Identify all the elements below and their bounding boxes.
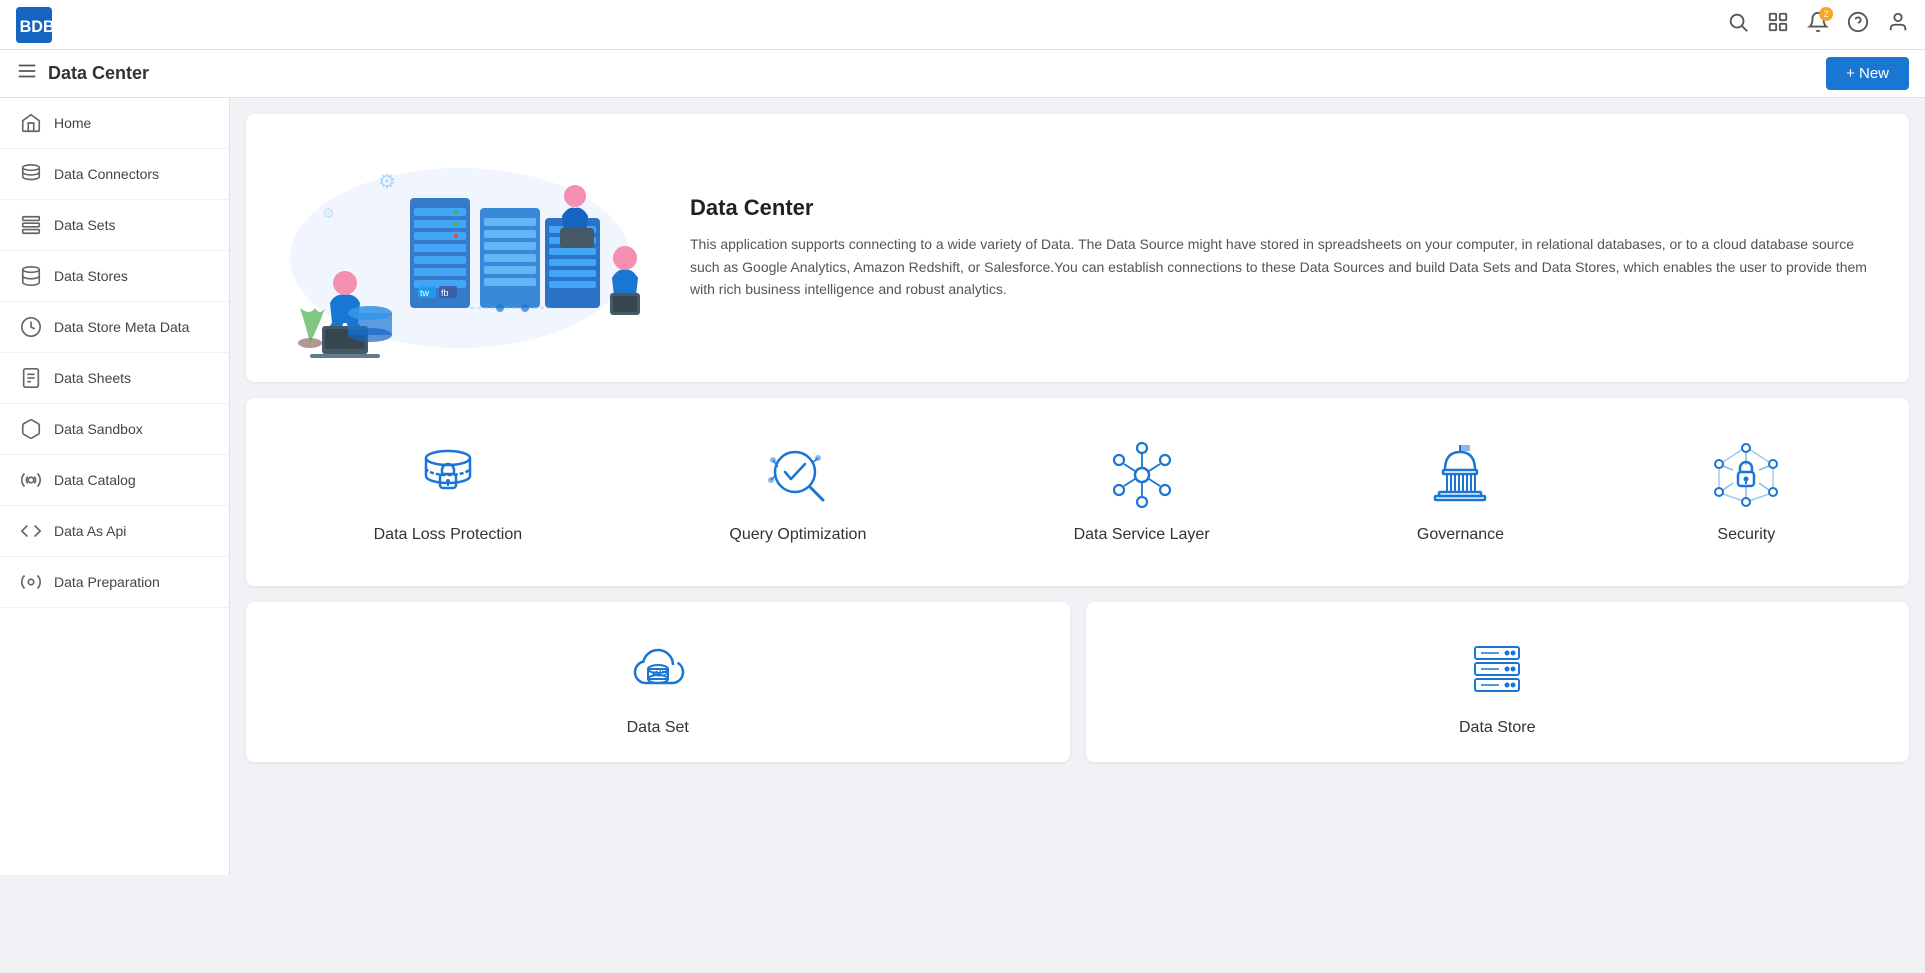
sidebar-label-data-preparation: Data Preparation bbox=[54, 574, 160, 590]
page-title: Data Center bbox=[48, 63, 149, 84]
bottom-row: </> Data Set bbox=[246, 602, 1909, 762]
search-icon[interactable] bbox=[1727, 11, 1749, 38]
sidebar-label-data-sheets: Data Sheets bbox=[54, 370, 131, 386]
help-icon[interactable] bbox=[1847, 11, 1869, 38]
sidebar-label-home: Home bbox=[54, 115, 91, 131]
hamburger-icon[interactable] bbox=[16, 60, 38, 87]
sidebar-label-data-connectors: Data Connectors bbox=[54, 166, 159, 182]
logo[interactable]: BDB bbox=[16, 7, 52, 43]
data-catalog-icon bbox=[20, 469, 42, 491]
main-layout: Home Data Connectors Data Sets bbox=[0, 98, 1925, 875]
data-set-bottom-icon: </> bbox=[618, 627, 698, 707]
svg-text:fb: fb bbox=[441, 288, 449, 298]
user-icon[interactable] bbox=[1887, 11, 1909, 38]
sidebar-item-data-as-api[interactable]: Data As Api bbox=[0, 506, 229, 557]
data-sheets-icon bbox=[20, 367, 42, 389]
data-stores-icon bbox=[20, 265, 42, 287]
feature-security[interactable]: Security bbox=[1691, 430, 1801, 554]
content-area: ⚙ ⚙ tw fb bbox=[230, 98, 1925, 875]
sidebar-item-data-connectors[interactable]: Data Connectors bbox=[0, 149, 229, 200]
sidebar-item-data-catalog[interactable]: Data Catalog bbox=[0, 455, 229, 506]
features-card: Data Loss Protection bbox=[246, 398, 1909, 586]
data-as-api-icon bbox=[20, 520, 42, 542]
new-button[interactable]: + New bbox=[1826, 57, 1909, 90]
feature-governance[interactable]: Governance bbox=[1397, 430, 1524, 554]
feature-label-data-loss-protection: Data Loss Protection bbox=[374, 526, 523, 544]
bottom-card-label-data-set: Data Set bbox=[627, 719, 689, 737]
feature-label-security: Security bbox=[1717, 526, 1775, 544]
data-store-meta-icon bbox=[20, 316, 42, 338]
home-icon bbox=[20, 112, 42, 134]
top-bar-right: 2 bbox=[1727, 11, 1909, 38]
sidebar: Home Data Connectors Data Sets bbox=[0, 98, 230, 875]
sidebar-item-data-sandbox[interactable]: Data Sandbox bbox=[0, 404, 229, 455]
sub-header-left: Data Center bbox=[16, 60, 149, 87]
grid-icon[interactable] bbox=[1767, 11, 1789, 38]
feature-query-optimization[interactable]: Query Optimization bbox=[709, 430, 886, 554]
data-connectors-icon bbox=[20, 163, 42, 185]
data-preparation-icon bbox=[20, 571, 42, 593]
sidebar-item-home[interactable]: Home bbox=[0, 98, 229, 149]
sidebar-item-data-sets[interactable]: Data Sets bbox=[0, 200, 229, 251]
data-sandbox-icon bbox=[20, 418, 42, 440]
feature-label-governance: Governance bbox=[1417, 526, 1504, 544]
hero-description: This application supports connecting to … bbox=[690, 233, 1885, 300]
sidebar-label-data-sets: Data Sets bbox=[54, 217, 115, 233]
data-sets-icon bbox=[20, 214, 42, 236]
top-bar: BDB 2 bbox=[0, 0, 1925, 50]
notification-icon[interactable]: 2 bbox=[1807, 11, 1829, 38]
bottom-card-label-data-store: Data Store bbox=[1459, 719, 1535, 737]
data-service-layer-icon bbox=[1107, 440, 1177, 510]
governance-icon bbox=[1425, 440, 1495, 510]
notification-badge: 2 bbox=[1819, 7, 1833, 21]
bottom-card-data-set[interactable]: </> Data Set bbox=[246, 602, 1070, 762]
svg-text:⚙: ⚙ bbox=[322, 205, 335, 221]
sidebar-item-data-store-meta-data[interactable]: Data Store Meta Data bbox=[0, 302, 229, 353]
sidebar-label-data-sandbox: Data Sandbox bbox=[54, 421, 143, 437]
svg-text:BDB: BDB bbox=[20, 18, 52, 36]
data-loss-protection-icon bbox=[413, 440, 483, 510]
sidebar-label-data-as-api: Data As Api bbox=[54, 523, 126, 539]
feature-data-service-layer[interactable]: Data Service Layer bbox=[1054, 430, 1230, 554]
sidebar-item-data-preparation[interactable]: Data Preparation bbox=[0, 557, 229, 608]
hero-illustration: ⚙ ⚙ tw fb bbox=[270, 138, 650, 358]
query-optimization-icon bbox=[763, 440, 833, 510]
feature-label-query-optimization: Query Optimization bbox=[729, 526, 866, 544]
hero-title: Data Center bbox=[690, 195, 1885, 221]
svg-text:</>: </> bbox=[652, 668, 668, 680]
feature-data-loss-protection[interactable]: Data Loss Protection bbox=[354, 430, 543, 554]
sidebar-label-data-stores: Data Stores bbox=[54, 268, 128, 284]
hero-text: Data Center This application supports co… bbox=[690, 195, 1885, 300]
bottom-card-data-store[interactable]: Data Store bbox=[1086, 602, 1910, 762]
data-store-bottom-icon bbox=[1457, 627, 1537, 707]
svg-text:⚙: ⚙ bbox=[378, 171, 396, 193]
svg-text:tw: tw bbox=[420, 288, 430, 298]
sidebar-item-data-sheets[interactable]: Data Sheets bbox=[0, 353, 229, 404]
sub-header: Data Center + New bbox=[0, 50, 1925, 98]
feature-label-data-service-layer: Data Service Layer bbox=[1074, 526, 1210, 544]
sidebar-label-data-store-meta-data: Data Store Meta Data bbox=[54, 319, 189, 335]
security-icon bbox=[1711, 440, 1781, 510]
sidebar-item-data-stores[interactable]: Data Stores bbox=[0, 251, 229, 302]
hero-card: ⚙ ⚙ tw fb bbox=[246, 114, 1909, 382]
sidebar-label-data-catalog: Data Catalog bbox=[54, 472, 136, 488]
